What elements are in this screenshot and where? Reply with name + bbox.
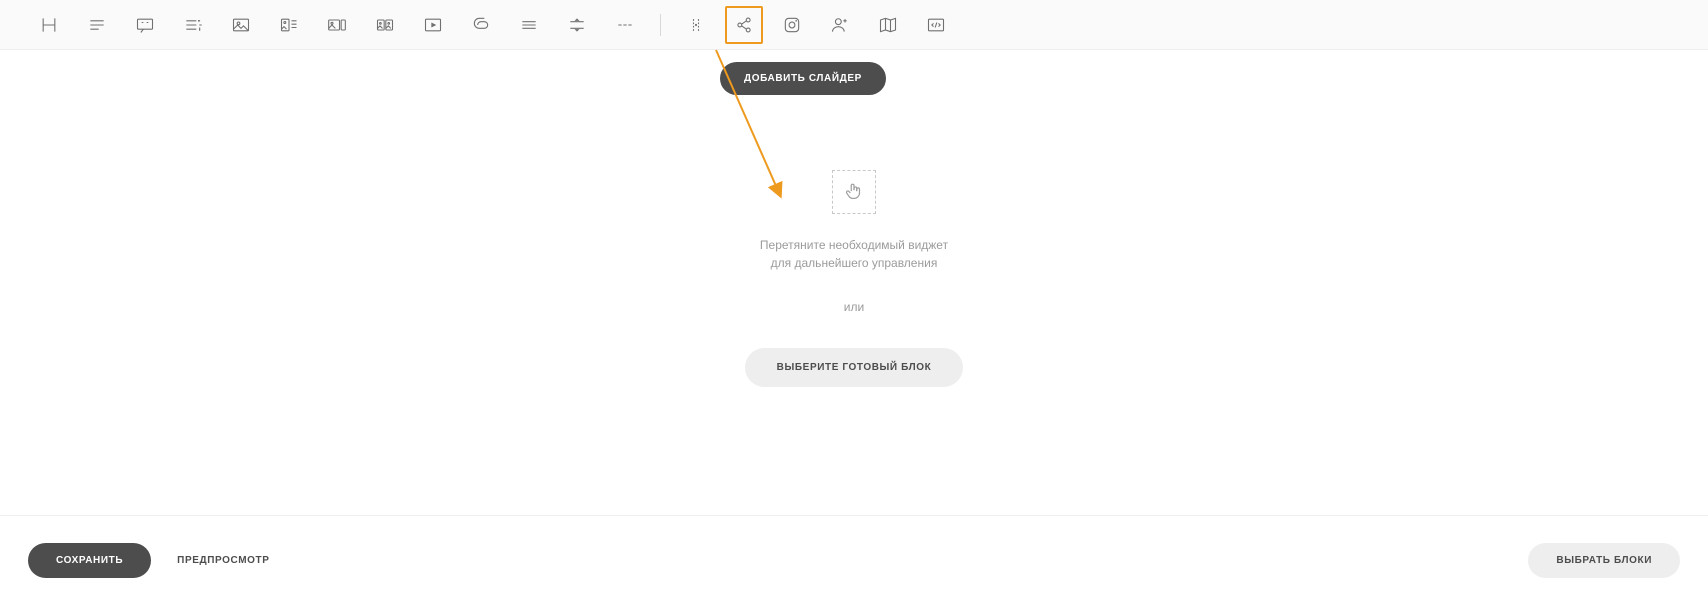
hand-pointer-icon [843,181,865,203]
instagram-icon[interactable] [773,6,811,44]
gallery-icon[interactable] [366,6,404,44]
list-icon[interactable] [174,6,212,44]
attachment-icon[interactable] [462,6,500,44]
dropzone-hint: Перетяните необходимый виджет для дальне… [760,236,948,272]
heading-icon[interactable] [30,6,68,44]
code-icon[interactable] [917,6,955,44]
dropzone-area: Перетяните необходимый виджет для дальне… [0,170,1708,387]
quote-icon[interactable] [126,6,164,44]
choose-ready-block-button[interactable]: ВЫБЕРИТЕ ГОТОВЫЙ БЛОК [745,348,964,387]
preview-button[interactable]: ПРЕДПРОСМОТР [177,555,269,566]
popover-label: ДОБАВИТЬ СЛАЙДЕР [744,73,862,84]
divider-icon[interactable] [510,6,548,44]
video-icon[interactable] [414,6,452,44]
footer: СОХРАНИТЬ ПРЕДПРОСМОТР ВЫБРАТЬ БЛОКИ [0,515,1708,605]
dropzone[interactable] [832,170,876,214]
choose-blocks-button[interactable]: ВЫБРАТЬ БЛОКИ [1528,543,1680,578]
share-icon[interactable] [725,6,763,44]
text-icon[interactable] [78,6,116,44]
save-button[interactable]: СОХРАНИТЬ [28,543,151,578]
person-add-icon[interactable] [821,6,859,44]
toolbar-separator [660,14,661,36]
spacer-icon[interactable] [558,6,596,44]
toolbar [0,0,1708,50]
map-icon[interactable] [869,6,907,44]
hint-line-2: для дальнейшего управления [760,254,948,272]
separator-dot-icon[interactable] [677,6,715,44]
image-icon[interactable] [222,6,260,44]
image-pair-icon[interactable] [318,6,356,44]
hint-line-1: Перетяните необходимый виджет [760,236,948,254]
image-text-icon[interactable] [270,6,308,44]
or-label: или [844,300,864,314]
add-slider-popover: ДОБАВИТЬ СЛАЙДЕР [720,62,886,95]
dash-icon[interactable] [606,6,644,44]
